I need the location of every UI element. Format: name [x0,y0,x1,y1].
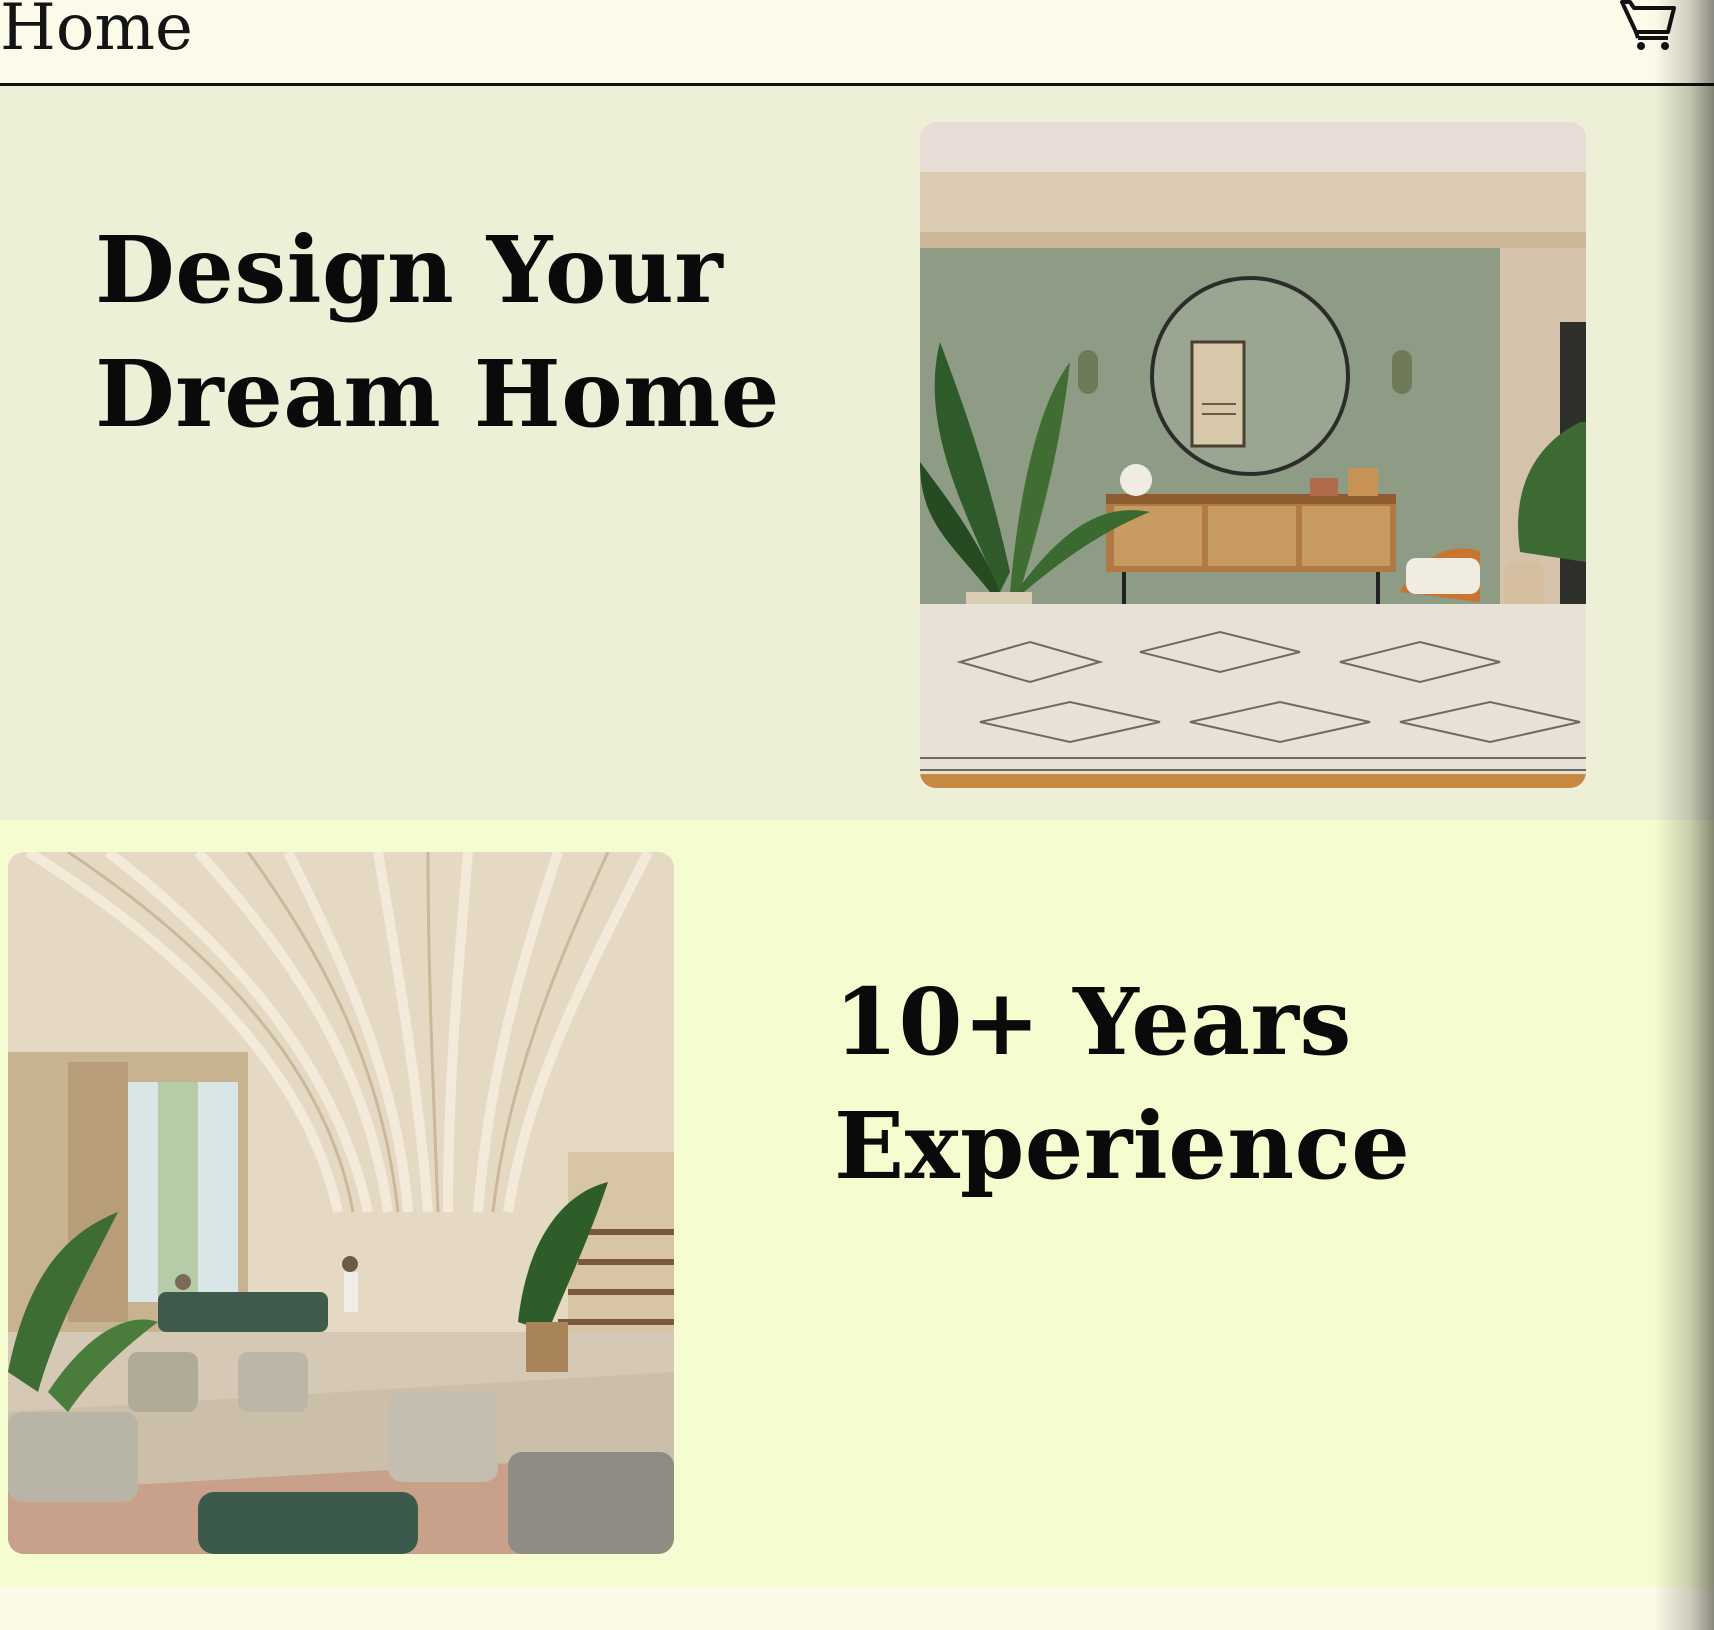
experience-headline-line1: 10+ Years [834,968,1352,1076]
hero-headline: Design Your Dream Home [95,208,780,456]
living-room-image [920,122,1586,788]
top-header: Home [0,0,1714,86]
hero-section: Design Your Dream Home [0,86,1714,820]
hero-headline-line1: Design Your [95,216,724,324]
hero-headline-line2: Dream Home [95,340,780,448]
lounge-hall-image [8,852,674,1554]
home-nav-link[interactable]: Home [0,0,193,68]
shopping-cart-icon[interactable] [1620,0,1676,52]
experience-section: 10+ Years Experience [0,820,1714,1586]
experience-headline: 10+ Years Experience [834,960,1410,1208]
page-bottom-strip [0,1586,1714,1630]
experience-headline-line2: Experience [834,1092,1411,1200]
